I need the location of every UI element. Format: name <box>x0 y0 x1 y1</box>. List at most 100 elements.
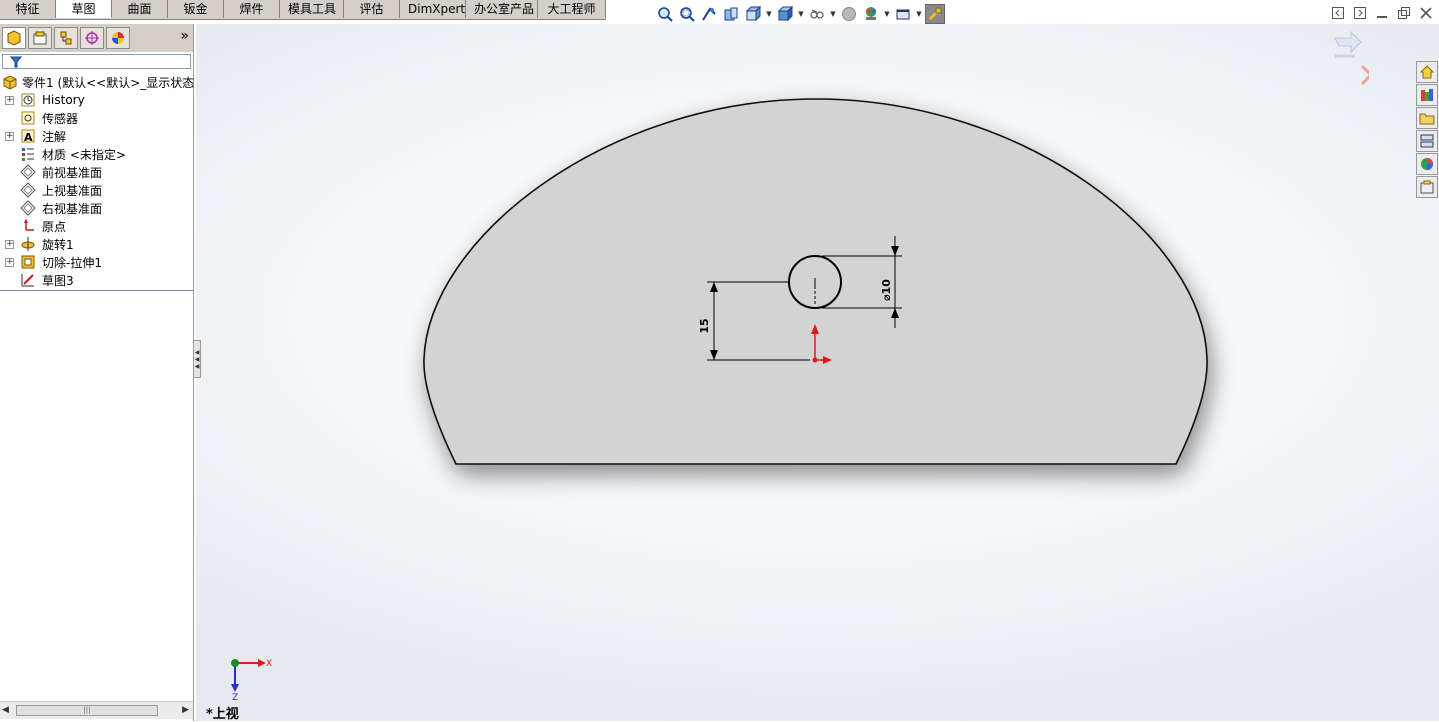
panel-collapse-handle[interactable]: ◀ ◀ ◀ <box>193 340 201 378</box>
zoom-to-area-icon[interactable] <box>677 4 697 24</box>
sensor-icon <box>20 110 36 126</box>
tree-root-part[interactable]: 零件1 (默认<<默认>_显示状态 <box>0 73 195 91</box>
command-manager-tabs: 特征 草图 曲面 钣金 焊件 模具工具 评估 DimXpert 办公室产品 大工… <box>0 0 606 20</box>
feature-manager-panel: » 零件1 (默认<<默认>_显示状态 + History 传感器 + A 注解… <box>0 24 194 721</box>
tree-item-annotations[interactable]: + A 注解 <box>0 127 193 145</box>
edit-appearance-icon[interactable] <box>839 4 859 24</box>
tree-item-top-plane[interactable]: 上视基准面 <box>0 181 193 199</box>
tab-mold-tools[interactable]: 模具工具 <box>280 0 344 18</box>
tree-item-label: 前视基准面 <box>42 165 103 180</box>
view-settings-icon[interactable] <box>893 4 913 24</box>
tree-item-front-plane[interactable]: 前视基准面 <box>0 163 193 181</box>
scroll-left-icon[interactable]: ◀ <box>2 705 9 715</box>
tree-item-label: 上视基准面 <box>42 183 103 198</box>
hide-show-items-icon[interactable] <box>807 4 827 24</box>
restore-icon[interactable] <box>1397 6 1411 20</box>
part-icon <box>2 74 18 90</box>
view-palette-icon[interactable] <box>1416 130 1438 152</box>
expand-toggle-icon[interactable]: + <box>5 95 14 105</box>
cancel-sketch-icon <box>1360 64 1369 86</box>
scroll-thumb[interactable]: ||| <box>16 705 158 716</box>
apply-scene-icon[interactable] <box>861 4 881 24</box>
prev-window-icon[interactable] <box>1331 6 1345 20</box>
tree-item-label: 传感器 <box>42 111 79 126</box>
tab-office-products[interactable]: 办公室产品 <box>466 0 538 18</box>
close-icon[interactable] <box>1419 6 1433 20</box>
part-face[interactable] <box>423 98 1208 465</box>
chevron-down-icon[interactable]: ▼ <box>883 4 891 24</box>
tab-sketch[interactable]: 草图 <box>56 0 112 18</box>
configuration-manager-tab-icon[interactable] <box>54 27 78 49</box>
expand-panel-icon[interactable]: » <box>180 28 189 44</box>
triad-x-label: X <box>266 659 272 669</box>
tree-item-sensors[interactable]: 传感器 <box>0 109 193 127</box>
tree-item-sketch[interactable]: 草图3 <box>0 271 193 289</box>
file-explorer-icon[interactable] <box>1416 107 1438 129</box>
tree-item-label: 右视基准面 <box>42 201 103 216</box>
tab-surfaces[interactable]: 曲面 <box>112 0 168 18</box>
part-view[interactable]: ⌀10 15 <box>196 24 1439 721</box>
origin-icon <box>20 218 36 234</box>
annotation-icon: A <box>20 128 36 144</box>
view-orientation-label: *上视 <box>206 707 239 722</box>
tree-item-origin[interactable]: 原点 <box>0 217 193 235</box>
diameter-dimension-text: ⌀10 <box>880 279 893 301</box>
window-controls <box>1331 6 1433 20</box>
rebuild-icon[interactable] <box>925 4 945 24</box>
tree-item-label: 原点 <box>42 219 67 234</box>
plane-icon <box>20 200 36 216</box>
tree-item-history[interactable]: + History <box>0 91 193 109</box>
tree-item-label: 旋转1 <box>42 237 74 252</box>
property-manager-tab-icon[interactable] <box>28 27 52 49</box>
scroll-right-icon[interactable]: ▶ <box>182 705 189 715</box>
display-style-icon[interactable] <box>775 4 795 24</box>
appearances-icon[interactable] <box>1416 153 1438 175</box>
chevron-down-icon[interactable]: ▼ <box>829 4 837 24</box>
tree-item-label: 材质 <未指定> <box>42 147 126 162</box>
expand-toggle-icon[interactable]: + <box>5 257 14 267</box>
svg-text:A: A <box>24 131 33 144</box>
dimxpert-manager-tab-icon[interactable] <box>80 27 104 49</box>
graphics-area[interactable]: ⌀10 15 X Z <box>196 24 1439 721</box>
confirmation-corner[interactable] <box>1329 30 1369 90</box>
feature-tree: 零件1 (默认<<默认>_显示状态 + History 传感器 + A 注解 材… <box>0 73 195 289</box>
next-window-icon[interactable] <box>1353 6 1367 20</box>
tree-item-material[interactable]: 材质 <未指定> <box>0 145 193 163</box>
tree-item-revolve[interactable]: + 旋转1 <box>0 235 193 253</box>
tree-filter-input[interactable] <box>2 54 191 69</box>
chevron-down-icon[interactable]: ▼ <box>915 4 923 24</box>
previous-view-icon[interactable] <box>699 4 719 24</box>
expand-toggle-icon[interactable]: + <box>5 239 14 249</box>
display-manager-tab-icon[interactable] <box>106 27 130 49</box>
home-icon[interactable] <box>1416 61 1438 83</box>
task-pane <box>1416 61 1439 199</box>
cut-extrude-icon <box>20 254 36 270</box>
zoom-to-fit-icon[interactable] <box>655 4 675 24</box>
tree-horizontal-scrollbar[interactable]: ◀ ||| ▶ <box>0 701 193 719</box>
tab-sheet-metal[interactable]: 钣金 <box>168 0 224 18</box>
expand-toggle-icon[interactable]: + <box>5 131 14 141</box>
chevron-down-icon[interactable]: ▼ <box>797 4 805 24</box>
history-icon <box>20 92 36 108</box>
part-name: 零件1 (默认<<默认>_显示状态 <box>22 75 195 90</box>
tab-features[interactable]: 特征 <box>0 0 56 18</box>
section-view-icon[interactable] <box>721 4 741 24</box>
feature-manager-tab-icon[interactable] <box>2 27 26 49</box>
tree-item-label: 草图3 <box>42 273 74 288</box>
tab-dimxpert[interactable]: DimXpert <box>400 0 466 18</box>
tab-engineer[interactable]: 大工程师 <box>538 0 606 18</box>
minimize-icon[interactable] <box>1375 6 1389 20</box>
custom-properties-icon[interactable] <box>1416 176 1438 198</box>
tree-item-label: 注解 <box>42 129 67 144</box>
tab-evaluate[interactable]: 评估 <box>344 0 400 18</box>
chevron-down-icon[interactable]: ▼ <box>765 4 773 24</box>
tab-weldments[interactable]: 焊件 <box>224 0 280 18</box>
tree-item-right-plane[interactable]: 右视基准面 <box>0 199 193 217</box>
triad-z-label: Z <box>232 693 238 703</box>
sketch-icon <box>20 272 36 288</box>
plane-icon <box>20 182 36 198</box>
design-library-icon[interactable] <box>1416 84 1438 106</box>
tree-item-cut-extrude[interactable]: + 切除-拉伸1 <box>0 253 193 271</box>
view-orientation-icon[interactable] <box>743 4 763 24</box>
sketch-exit-icon <box>1334 30 1362 54</box>
